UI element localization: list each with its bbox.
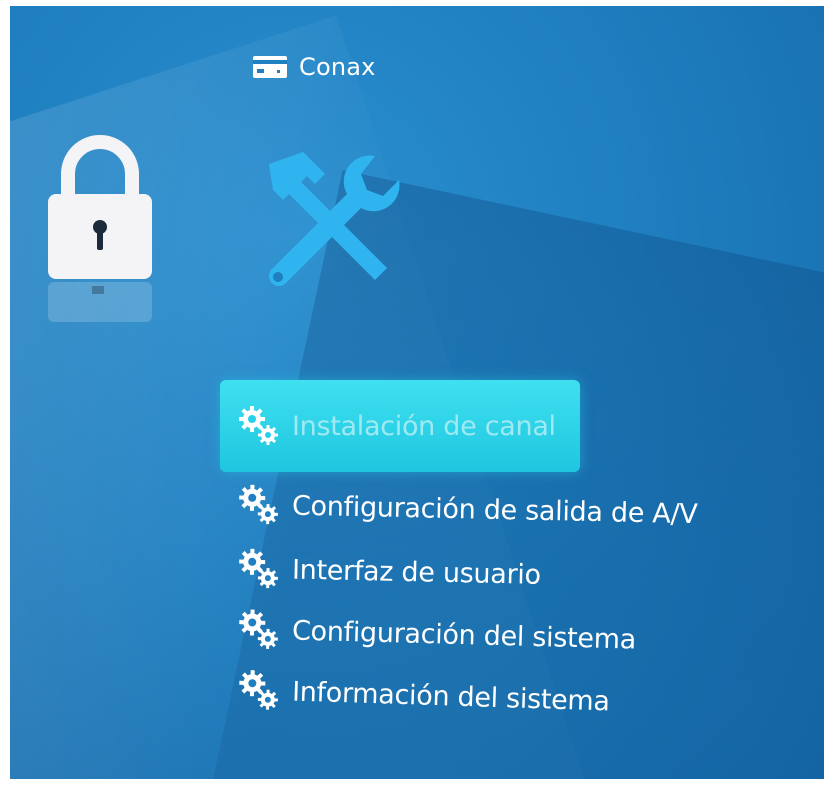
menu-item-label: Configuración del sistema xyxy=(291,615,637,656)
menu-item-instalacion-de-canal[interactable]: Instalación de canal xyxy=(220,380,580,472)
header: Conax xyxy=(253,53,376,81)
menu-item-label: Configuración de salida de A/V xyxy=(291,490,698,530)
menu-item-label: Instalación de canal xyxy=(292,410,556,442)
gears-icon xyxy=(239,670,278,710)
gears-icon xyxy=(239,406,278,445)
lock-icon xyxy=(48,135,152,322)
card-icon xyxy=(253,56,287,78)
menu-item-label: Información del sistema xyxy=(291,675,611,717)
gears-icon xyxy=(239,548,278,589)
tools-icon xyxy=(269,152,400,286)
gears-icon xyxy=(239,484,278,525)
menu-item-configuracion-salida-av[interactable]: Configuración de salida de A/V xyxy=(219,474,780,546)
menu-item-label: Interfaz de usuario xyxy=(291,554,542,591)
settings-menu: Instalación de canal Configuración de sa… xyxy=(219,380,780,717)
menu-item-interfaz-de-usuario[interactable]: Interfaz de usuario xyxy=(219,538,780,610)
header-title: Conax xyxy=(299,53,376,81)
tv-screen: Conax Instalación de canal Configuración… xyxy=(10,6,824,779)
gears-icon xyxy=(239,609,278,649)
